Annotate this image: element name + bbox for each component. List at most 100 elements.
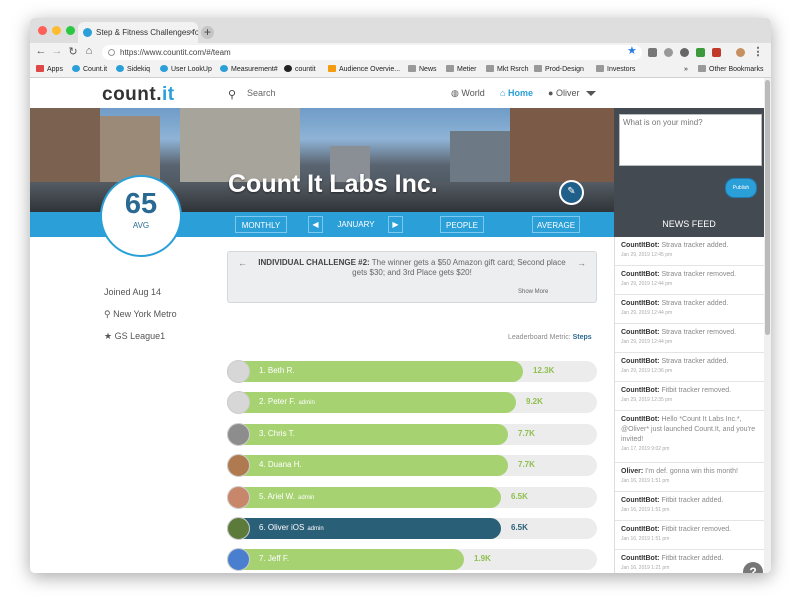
browser-menu-icon[interactable]: ⋮ [752,45,764,58]
leaderboard-metric: Leaderboard Metric: Steps [508,334,592,341]
news-feed: CountItBot: Strava tracker added. Jan 29,… [614,237,765,573]
feed-text: Strava tracker removed. [661,329,737,336]
bookmark-apps[interactable]: Apps [36,64,63,75]
bookmark-audience-overview[interactable]: Audience Overvie... [328,64,400,75]
extension-icon[interactable] [712,48,721,57]
feed-user[interactable]: CountItBot: [621,300,659,307]
countit-favicon-icon [83,28,92,37]
member-name[interactable]: 4. Duana H. [259,460,305,469]
feed-user[interactable]: CountItBot: [621,555,659,562]
member-score: 1.9K [474,554,491,563]
extension-icon[interactable] [648,48,657,57]
feed-user[interactable]: CountItBot: [621,416,659,423]
maximize-window-button[interactable] [66,26,75,35]
extension-icon[interactable] [696,48,705,57]
profile-avatar[interactable] [736,48,745,57]
bookmark-sidekiq[interactable]: Sidekiq [116,64,150,75]
next-month-button[interactable]: ▶ [388,216,403,233]
avatar[interactable] [227,548,250,571]
feed-user[interactable]: CountItBot: [621,271,659,278]
countit-favicon-icon [160,65,168,72]
banner-building [30,108,100,186]
feed-user[interactable]: CountItBot: [621,526,659,533]
prev-month-button[interactable]: ◀ [308,216,323,233]
bookmark-user-lookup[interactable]: User LookUp [160,64,212,75]
edit-pencil-icon[interactable]: ✎ [559,180,584,205]
leaderboard-row[interactable]: 4. Duana H. 7.7K [227,454,597,477]
avatar[interactable] [227,423,250,446]
post-panel: What is on your mind? Publish [614,108,764,212]
nav-user-menu[interactable]: ● Oliver [548,88,579,98]
back-icon[interactable]: ← [35,45,47,57]
leaderboard-row[interactable]: 7. Jeff F. 1.9K [227,548,597,571]
member-name[interactable]: 6. Oliver iOS admin [259,523,324,532]
other-bookmarks[interactable]: Other Bookmarks [698,64,763,75]
metric-value-link[interactable]: Steps [573,334,592,341]
nav-world[interactable]: ◍ World [451,88,485,99]
tab-bar: Step & Fitness Challenges for × + [30,18,771,44]
feed-user[interactable]: CountItBot: [621,497,659,504]
search-icon[interactable]: ⚲ [228,88,236,101]
leaderboard-row[interactable]: 6. Oliver iOS admin 6.5K [227,517,597,540]
nav-home[interactable]: ⌂ Home [500,88,533,98]
browser-tab[interactable]: Step & Fitness Challenges for × [78,22,198,43]
member-name[interactable]: 7. Jeff F. [259,554,292,563]
bookmark-measurement[interactable]: Measurement# [220,64,278,75]
bookmark-mkt-rsrch[interactable]: Mkt Rsrch [486,64,529,75]
avatar[interactable] [227,517,250,540]
feed-user[interactable]: CountItBot: [621,242,659,249]
extension-icon[interactable] [680,48,689,57]
member-name[interactable]: 5. Ariel W. admin [259,492,314,501]
forward-icon[interactable]: → [51,45,63,57]
bookmark-news[interactable]: News [408,64,437,75]
bookmark-prod-design[interactable]: Prod-Design [534,64,584,75]
feed-user[interactable]: Oliver: [621,468,643,475]
member-name[interactable]: 3. Chris T. [259,429,298,438]
challenge-next-arrow-icon[interactable]: → [577,258,586,268]
chevron-down-icon[interactable] [586,91,596,96]
monthly-button[interactable]: MONTHLY [235,216,287,233]
search-input[interactable]: Search [247,88,276,98]
close-window-button[interactable] [38,26,47,35]
bookmark-countit[interactable]: Count.it [72,64,107,75]
extension-icon[interactable] [664,48,673,57]
publish-button[interactable]: Publish [725,178,757,198]
bookmark-investors[interactable]: Investors [596,64,635,75]
leaderboard-row[interactable]: 1. Beth R. 12.3K [227,360,597,383]
avatar[interactable] [227,486,250,509]
post-textarea[interactable]: What is on your mind? [619,114,762,166]
leaderboard-row[interactable]: 5. Ariel W. admin 6.5K [227,486,597,509]
new-tab-button[interactable]: + [201,26,214,39]
average-value: 65 [124,188,158,220]
bookmark-star-icon[interactable]: ★ [627,44,637,57]
feed-user[interactable]: CountItBot: [621,358,659,365]
feed-user[interactable]: CountItBot: [621,387,659,394]
challenge-prev-arrow-icon[interactable]: ← [238,258,247,268]
leaderboard-row[interactable]: 3. Chris T. 7.7K [227,423,597,446]
avatar[interactable] [227,454,250,477]
reload-icon[interactable]: ↻ [67,45,79,58]
member-name[interactable]: 2. Peter F. admin [259,397,315,406]
avatar[interactable] [227,391,250,414]
bookmark-metier[interactable]: Metier [446,64,476,75]
feed-user[interactable]: CountItBot: [621,329,659,336]
countit-logo[interactable]: count.it [102,84,175,106]
home-icon[interactable]: ⌂ [83,45,95,57]
more-bookmarks-button[interactable]: » [684,64,688,75]
average-button[interactable]: AVERAGE [532,216,580,233]
avatar[interactable] [227,360,250,383]
leaderboard-row[interactable]: 2. Peter F. admin 9.2K [227,391,597,414]
address-bar[interactable]: https://www.countit.com/#/team [102,45,642,60]
star-icon: ★ [104,331,113,341]
page-scrollbar[interactable] [764,78,771,573]
minimize-window-button[interactable] [52,26,61,35]
people-button[interactable]: PEOPLE [440,216,484,233]
tab-close-icon[interactable]: × [189,22,194,43]
show-more-link[interactable]: Show More [518,287,548,297]
url-text: https://www.countit.com/#/team [120,48,231,57]
member-score: 7.7K [518,460,535,469]
member-name[interactable]: 1. Beth R. [259,366,298,375]
banner-building [510,108,614,186]
scrollbar-thumb[interactable] [765,80,770,335]
bookmark-countit-github[interactable]: countit [284,64,316,75]
